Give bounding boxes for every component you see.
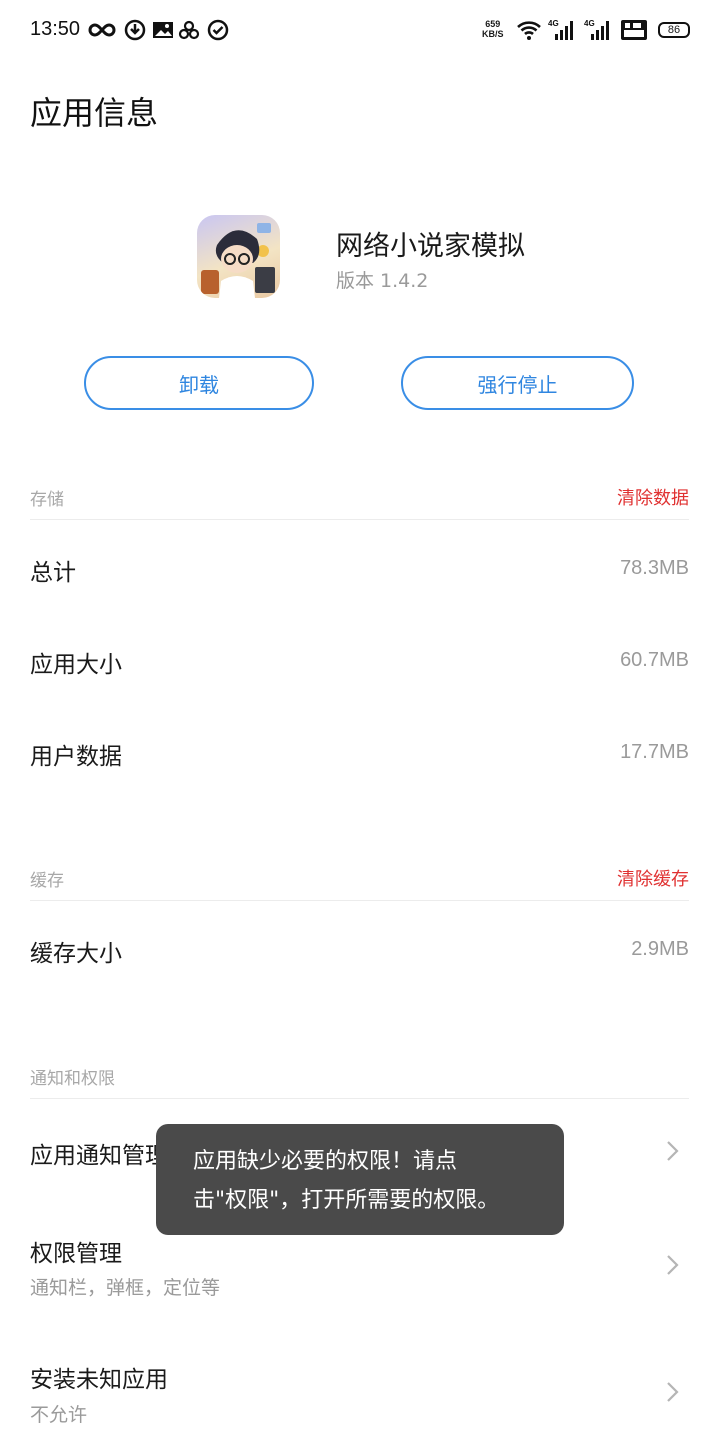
uninstall-button[interactable]: 卸载	[84, 356, 314, 410]
page-title: 应用信息	[30, 94, 159, 132]
cache-section-label: 缓存	[30, 871, 64, 891]
signal-2-icon: 4G	[582, 18, 612, 42]
total-value: 78.3MB	[620, 557, 689, 579]
signal-2-label: 4G	[584, 19, 595, 28]
install-unknown-apps-label: 安装未知应用	[30, 1367, 168, 1393]
status-time: 13:50	[30, 18, 81, 40]
notification-management-label: 应用通知管理	[30, 1143, 168, 1169]
battery-indicator: 86	[658, 22, 690, 38]
clear-data-button[interactable]: 清除数据	[617, 484, 689, 510]
fan-icon	[178, 18, 200, 42]
image-icon	[152, 18, 174, 42]
wifi-icon	[516, 18, 542, 42]
download-icon	[124, 18, 146, 42]
signal-1-icon: 4G	[546, 18, 576, 42]
user-data-label: 用户数据	[30, 744, 122, 770]
cache-size-label: 缓存大小	[30, 941, 122, 967]
install-unknown-apps-row[interactable]: 安装未知应用 不允许	[0, 1340, 720, 1440]
signal-1-label: 4G	[548, 19, 559, 28]
permission-management-label: 权限管理	[30, 1241, 122, 1267]
install-unknown-apps-subtitle: 不允许	[30, 1404, 88, 1426]
app-name: 网络小说家模拟	[336, 231, 525, 262]
storage-section-label: 存储	[30, 490, 64, 510]
net-speed: 659 KB/S	[482, 19, 504, 39]
check-circle-icon	[207, 18, 229, 42]
toast-line-2: 击"权限"，打开所需要的权限。	[193, 1188, 500, 1213]
permission-toast: 应用缺少必要的权限！请点 击"权限"，打开所需要的权限。	[156, 1124, 564, 1235]
total-label: 总计	[30, 560, 76, 586]
app-version: 版本 1.4.2	[336, 270, 429, 292]
toast-line-1: 应用缺少必要的权限！请点	[193, 1149, 458, 1174]
net-speed-value: 659	[485, 19, 501, 29]
clear-cache-button[interactable]: 清除缓存	[617, 865, 689, 891]
cache-size-value: 2.9MB	[631, 938, 689, 960]
storage-divider	[30, 519, 689, 520]
loop-icon	[88, 18, 116, 42]
permission-management-subtitle: 通知栏，弹框，定位等	[30, 1277, 221, 1299]
app-size-label: 应用大小	[30, 652, 122, 678]
force-stop-button[interactable]: 强行停止	[401, 356, 634, 410]
hd-icon	[620, 18, 648, 42]
chevron-right-icon	[667, 1382, 679, 1402]
net-speed-unit: KB/S	[482, 29, 504, 39]
user-data-value: 17.7MB	[620, 741, 689, 763]
status-bar: 13:50 659 KB/S 4G 4G 86	[0, 0, 720, 62]
cache-divider	[30, 900, 689, 901]
permissions-section-label: 通知和权限	[30, 1069, 115, 1089]
app-icon	[197, 215, 280, 298]
chevron-right-icon	[667, 1141, 679, 1161]
app-size-value: 60.7MB	[620, 649, 689, 671]
chevron-right-icon	[667, 1255, 679, 1275]
